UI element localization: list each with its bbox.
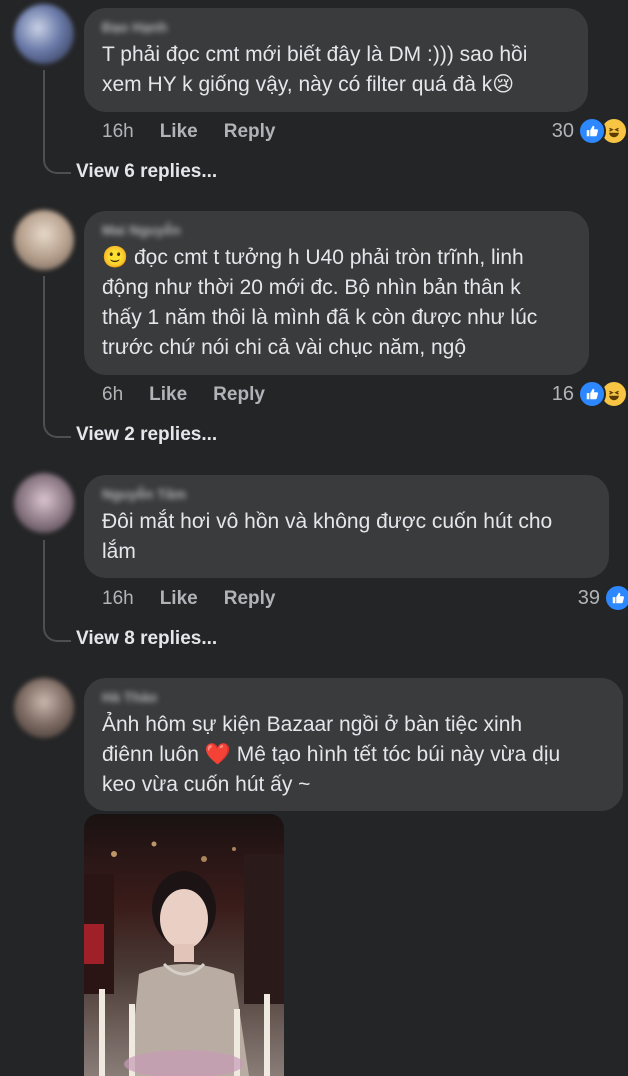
reaction-count: 16: [551, 382, 574, 405]
comment-text: Ảnh hôm sự kiện Bazaar ngồi ở bàn tiệc x…: [102, 713, 561, 796]
like-button[interactable]: Like: [160, 588, 198, 610]
like-button[interactable]: Like: [149, 384, 187, 406]
reaction-summary[interactable]: 39: [578, 584, 628, 612]
like-reaction-icon: [604, 584, 628, 612]
comment-meta: 6h Like Reply: [102, 384, 265, 406]
comment-text: Đôi mắt hơi vô hồn và không được cuốn hú…: [102, 510, 553, 563]
avatar[interactable]: [14, 210, 74, 270]
thread-line: [43, 540, 71, 642]
heart-emoji: ❤️: [204, 743, 231, 766]
comment-time[interactable]: 16h: [102, 588, 134, 610]
attached-photo[interactable]: [84, 814, 284, 1076]
crying-emoji: 😢: [492, 73, 515, 96]
like-reaction-icon: [578, 117, 606, 145]
reaction-summary[interactable]: 16: [552, 380, 628, 408]
comment-bubble: Mai Nguyễn 🙂 đọc cmt t tưởng h U40 phải …: [84, 211, 589, 375]
like-reaction-icon: [578, 380, 606, 408]
comment-author[interactable]: Đạo Hạnh: [102, 18, 167, 36]
reaction-count: 30: [551, 119, 574, 142]
reply-button[interactable]: Reply: [213, 384, 265, 406]
reaction-summary[interactable]: 30: [552, 117, 628, 145]
view-replies-link[interactable]: View 8 replies...: [76, 628, 217, 650]
comment-author[interactable]: Nguyễn Tâm: [102, 485, 186, 503]
reply-button[interactable]: Reply: [224, 588, 276, 610]
comment-bubble: Hà Thảo Ảnh hôm sự kiện Bazaar ngồi ở bà…: [84, 678, 623, 811]
comment-bubble: Nguyễn Tâm Đôi mắt hơi vô hồn và không đ…: [84, 475, 609, 578]
thread-line: [43, 276, 71, 438]
comment-meta: 16h Like Reply: [102, 588, 275, 610]
avatar[interactable]: [14, 4, 74, 64]
avatar[interactable]: [14, 678, 74, 738]
view-replies-link[interactable]: View 6 replies...: [76, 161, 217, 183]
comment-text: T phải đọc cmt mới biết đây là DM :))) s…: [102, 43, 528, 96]
avatar[interactable]: [14, 473, 74, 533]
comments-feed: Đạo Hạnh T phải đọc cmt mới biết đây là …: [0, 0, 628, 1076]
comment-text: 🙂 đọc cmt t tưởng h U40 phải tròn trĩnh,…: [102, 246, 538, 359]
like-button[interactable]: Like: [160, 121, 198, 143]
comment-bubble: Đạo Hạnh T phải đọc cmt mới biết đây là …: [84, 8, 588, 112]
comment-meta: 16h Like Reply: [102, 121, 275, 143]
reaction-count: 39: [577, 586, 600, 609]
view-replies-link[interactable]: View 2 replies...: [76, 424, 217, 446]
comment-author[interactable]: Hà Thảo: [102, 688, 157, 706]
reply-button[interactable]: Reply: [224, 121, 276, 143]
comment-time[interactable]: 16h: [102, 121, 134, 143]
photo-image: [84, 841, 284, 1076]
comment-author[interactable]: Mai Nguyễn: [102, 221, 181, 239]
comment-time[interactable]: 6h: [102, 384, 123, 406]
smile-emoji: 🙂: [102, 246, 129, 269]
thread-line: [43, 70, 71, 174]
